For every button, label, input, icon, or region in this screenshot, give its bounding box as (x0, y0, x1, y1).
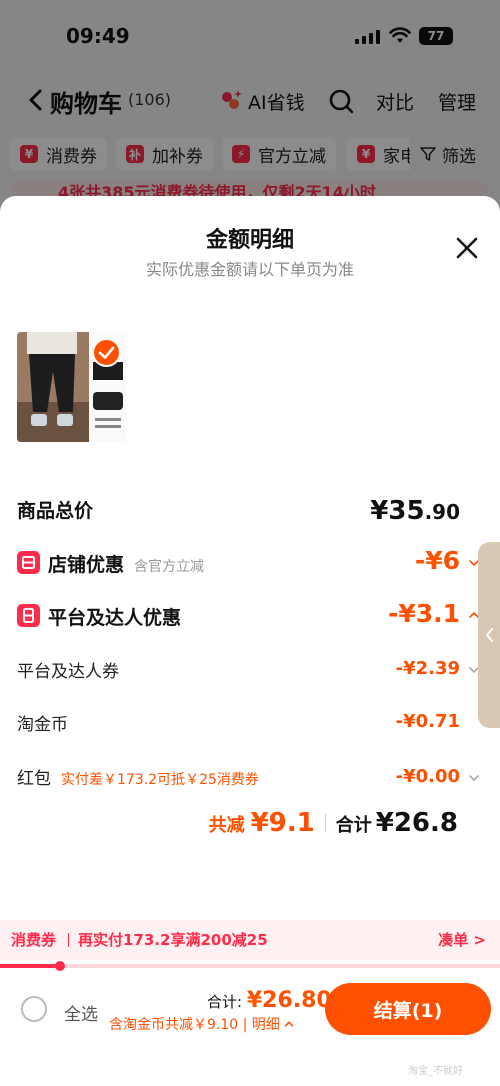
coupon-progress-track (0, 961, 500, 971)
summary-save-label: 共减 (208, 815, 245, 836)
product-total-decimal: .90 (424, 500, 460, 524)
bottom-savings-text: 含淘金币共减￥9.10 | 明细 (109, 1017, 280, 1033)
summary-divider (324, 814, 326, 832)
taojinbi-value: -¥0.71 (395, 711, 460, 732)
coupon-tag: 消费券 (11, 931, 57, 949)
summary-total-label: 合计 (335, 815, 372, 836)
coupon-message: 再实付173.2享满200减25 (78, 931, 268, 949)
platform-discount-label: 平台及达人优惠 (48, 607, 182, 629)
select-all-checkbox[interactable] (21, 996, 47, 1022)
hongbao-value[interactable]: -¥0.00 (396, 766, 460, 787)
chevron-down-icon[interactable] (468, 772, 480, 784)
add-items-link[interactable]: 凑单 > (438, 929, 486, 950)
close-icon[interactable] (455, 236, 479, 260)
platform-coupon-label: 平台及达人券 (17, 662, 119, 682)
chevron-left-icon (485, 628, 493, 642)
shop-discount-value[interactable]: -¥6 (415, 546, 460, 575)
bottom-total-label: 合计: (207, 993, 243, 1011)
platform-discount-icon (17, 604, 40, 627)
bottom-total-value: ¥26.80 (246, 988, 332, 1013)
discount-summary: 共减 ¥9.1 合计 ¥26.8 (209, 808, 458, 838)
platform-coupon-value[interactable]: -¥2.39 (396, 658, 460, 679)
chevron-up-icon (285, 1021, 294, 1027)
hongbao-title: 红包 (17, 769, 51, 789)
watermark: 淘宝_不就好 (408, 1066, 463, 1077)
side-collapse-tab[interactable] (478, 542, 500, 728)
shop-discount-title: 店铺优惠 (48, 554, 125, 576)
coupon-progress-bar[interactable]: 消费券 再实付173.2享满200减25 凑单 > (0, 920, 500, 960)
product-total-value: ¥35.90 (370, 496, 460, 526)
select-all-label[interactable]: 全选 (64, 1000, 98, 1025)
shop-discount-note: 含官方立减 (134, 559, 205, 575)
checkout-button[interactable]: 结算(1) (325, 983, 491, 1035)
taojinbi-label: 淘金币 (17, 715, 68, 735)
platform-discount-value[interactable]: -¥3.1 (388, 599, 460, 628)
bottom-total: 合计: ¥26.80 (207, 988, 332, 1013)
hongbao-note: 实付差￥173.2可抵￥25消费券 (61, 772, 259, 788)
coupon-divider (68, 933, 69, 947)
coupon-progress-fill (0, 964, 60, 968)
bottom-savings-detail[interactable]: 含淘金币共减￥9.10 | 明细 (109, 1014, 294, 1034)
shop-discount-icon (17, 551, 40, 574)
hongbao-label: 红包 实付差￥173.2可抵￥25消费券 (17, 764, 259, 789)
sheet-title: 金额明细 (205, 228, 294, 253)
amount-detail-sheet: 金额明细 实际优惠金额请以下单页为准 商品总价 ¥35.90 店铺优惠 含官方立… (0, 196, 500, 1086)
product-total-label: 商品总价 (17, 500, 94, 522)
sheet-subtitle: 实际优惠金额请以下单页为准 (145, 260, 354, 279)
product-total-yen: ¥35 (370, 496, 425, 526)
summary-save-value: ¥9.1 (250, 808, 315, 838)
summary-total-value: ¥26.8 (375, 808, 458, 838)
selected-check-icon[interactable] (92, 338, 121, 367)
shop-discount-label: 店铺优惠 含官方立减 (48, 550, 204, 577)
coupon-progress-knob (55, 961, 65, 971)
